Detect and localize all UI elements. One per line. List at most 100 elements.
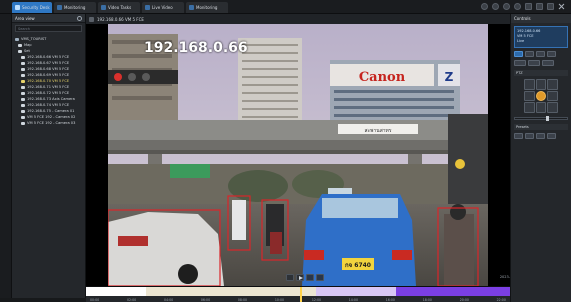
tick-label: 14:00 bbox=[348, 297, 358, 302]
tab-video-tasks[interactable]: Video Tasks bbox=[98, 2, 140, 13]
play-button[interactable] bbox=[296, 274, 304, 281]
tab-label: Security Desk bbox=[22, 5, 50, 10]
tab-label: Monitoring bbox=[196, 5, 218, 10]
presets-section-label: Presets bbox=[516, 125, 529, 129]
preset-4-button[interactable] bbox=[547, 133, 556, 139]
tab-monitoring[interactable]: Monitoring bbox=[54, 2, 96, 13]
camera-icon bbox=[89, 16, 94, 22]
search-input[interactable]: Search bbox=[15, 25, 82, 32]
camera-icon bbox=[21, 97, 25, 101]
slider-knob[interactable] bbox=[546, 116, 550, 121]
tab-live-video[interactable]: Live Video bbox=[142, 2, 184, 13]
tree-item-label: 192.168.0.70 VM 5 FCE bbox=[27, 79, 70, 83]
preset-2-button[interactable] bbox=[525, 133, 534, 139]
search-placeholder: Search bbox=[18, 26, 31, 31]
alarm-icon[interactable] bbox=[503, 3, 510, 10]
tree-item[interactable]: VM 5 FCE 192 - Camera 03 bbox=[15, 120, 85, 126]
bridge-sign-text: สะพานสาทร bbox=[364, 128, 391, 134]
snapshot-button[interactable] bbox=[536, 51, 545, 57]
video-tile[interactable]: 192.168.0.66 VM 5 FCE กจ 6740 Canon Z สะ… bbox=[86, 14, 510, 286]
tree-item-label: 192.168.0.72 VM 5 FCE bbox=[27, 91, 70, 95]
tab-security-desk[interactable]: Security Desk bbox=[12, 2, 52, 13]
camera-icon bbox=[21, 91, 25, 95]
camera-name: 192.168.0.66 VM 5 FCE bbox=[97, 16, 144, 22]
recording-segment bbox=[86, 287, 146, 296]
ptz-down[interactable] bbox=[535, 102, 547, 113]
controls-header: Controls bbox=[511, 14, 571, 23]
info-line: Live bbox=[517, 39, 525, 43]
status-bar bbox=[0, 298, 86, 302]
live-button[interactable] bbox=[514, 51, 523, 57]
bookmark-button[interactable] bbox=[528, 60, 540, 66]
ptz-down-right[interactable] bbox=[547, 102, 558, 113]
z-sign-text: Z bbox=[445, 70, 454, 84]
folder-icon bbox=[18, 49, 22, 53]
tick-label: 16:00 bbox=[385, 297, 395, 302]
minimize-icon[interactable] bbox=[547, 3, 554, 10]
close-icon[interactable] bbox=[558, 3, 565, 10]
timeline-track[interactable] bbox=[86, 287, 510, 296]
tick-label: 20:00 bbox=[459, 297, 469, 302]
timeline-cursor[interactable] bbox=[300, 287, 302, 302]
tick-label: 22:00 bbox=[496, 297, 506, 302]
ptz-up[interactable] bbox=[535, 79, 547, 90]
tree-item-label: VM 5 FCE 192 - Camera 02 bbox=[27, 115, 76, 119]
timeline[interactable]: 00:00 02:00 04:00 06:00 08:00 10:00 12:0… bbox=[86, 286, 510, 302]
preset-3-button[interactable] bbox=[536, 133, 545, 139]
folder-icon bbox=[15, 37, 19, 41]
ptz-section-label: PTZ bbox=[516, 71, 523, 75]
notification-icon[interactable] bbox=[481, 3, 488, 10]
tick-label: 10:00 bbox=[274, 297, 285, 302]
tab-label: Live Video bbox=[152, 5, 173, 10]
area-view-panel: Area view Search VMS_TOURIST Map Set 192… bbox=[12, 14, 86, 298]
ptz-down-left[interactable] bbox=[524, 102, 535, 113]
tree-item-label: 192.168.0.66 VM 5 FCE bbox=[27, 55, 70, 59]
preset-1-button[interactable] bbox=[514, 133, 523, 139]
tile-actions bbox=[514, 51, 568, 57]
tree-item-label: VM 5 FCE 192 - Camera 03 bbox=[27, 121, 76, 125]
tree-item-label: 192.168.0.71 VM 5 FCE bbox=[27, 85, 70, 89]
map-icon bbox=[18, 43, 22, 47]
controls-panel: Controls 192.168.0.66 VM 5 FCE Live PTZ … bbox=[510, 14, 571, 302]
panel-title: Area view bbox=[15, 15, 35, 21]
zoom-button[interactable] bbox=[514, 60, 526, 66]
ptz-up-left[interactable] bbox=[524, 79, 535, 90]
ptz-joystick[interactable] bbox=[524, 79, 558, 113]
forward-button[interactable] bbox=[316, 274, 324, 281]
ptz-right[interactable] bbox=[547, 90, 558, 102]
tile-actions-2 bbox=[514, 60, 568, 66]
tick-label: 18:00 bbox=[422, 297, 432, 302]
camera-icon bbox=[21, 73, 25, 77]
video-icon bbox=[101, 5, 106, 10]
motion-segment bbox=[316, 287, 396, 296]
ptz-up-right[interactable] bbox=[547, 79, 558, 90]
playback-button[interactable] bbox=[525, 51, 534, 57]
filter-icon[interactable] bbox=[77, 15, 82, 21]
left-tool-strip bbox=[0, 14, 12, 298]
presets-section-header: Presets bbox=[514, 124, 568, 130]
monitor-icon bbox=[189, 5, 194, 10]
tick-label: 02:00 bbox=[126, 297, 137, 302]
tick-label: 08:00 bbox=[237, 297, 248, 302]
tab-label: Video Tasks bbox=[108, 5, 132, 10]
globe-icon[interactable] bbox=[492, 3, 499, 10]
rewind-button[interactable] bbox=[286, 274, 294, 281]
tree-item-label: 192.168.0.73 Axis Camera bbox=[27, 97, 75, 101]
entity-tree: VMS_TOURIST Map Set 192.168.0.66 VM 5 FC… bbox=[12, 34, 85, 126]
live-video-frame[interactable]: กจ 6740 Canon Z สะพานสาทร 192.168.0.66 bbox=[108, 24, 488, 286]
pause-button[interactable] bbox=[306, 274, 314, 281]
ptz-left[interactable] bbox=[524, 90, 535, 102]
ptz-center[interactable] bbox=[535, 90, 547, 102]
tick-label: 04:00 bbox=[163, 297, 174, 302]
zoom-slider[interactable] bbox=[514, 116, 568, 121]
tree-item-label: 192.168.0.75 - Camera 01 bbox=[27, 109, 75, 113]
settings-icon[interactable] bbox=[536, 3, 543, 10]
record-button[interactable] bbox=[547, 51, 556, 57]
tree-item-label: 192.168.0.67 VM 5 FCE bbox=[27, 61, 70, 65]
export-button[interactable] bbox=[542, 60, 554, 66]
tick-label: 12:00 bbox=[311, 297, 321, 302]
controls-title: Controls bbox=[514, 16, 531, 21]
help-icon[interactable] bbox=[525, 3, 532, 10]
user-icon[interactable] bbox=[514, 3, 521, 10]
tab-monitoring-2[interactable]: Monitoring bbox=[186, 2, 228, 13]
